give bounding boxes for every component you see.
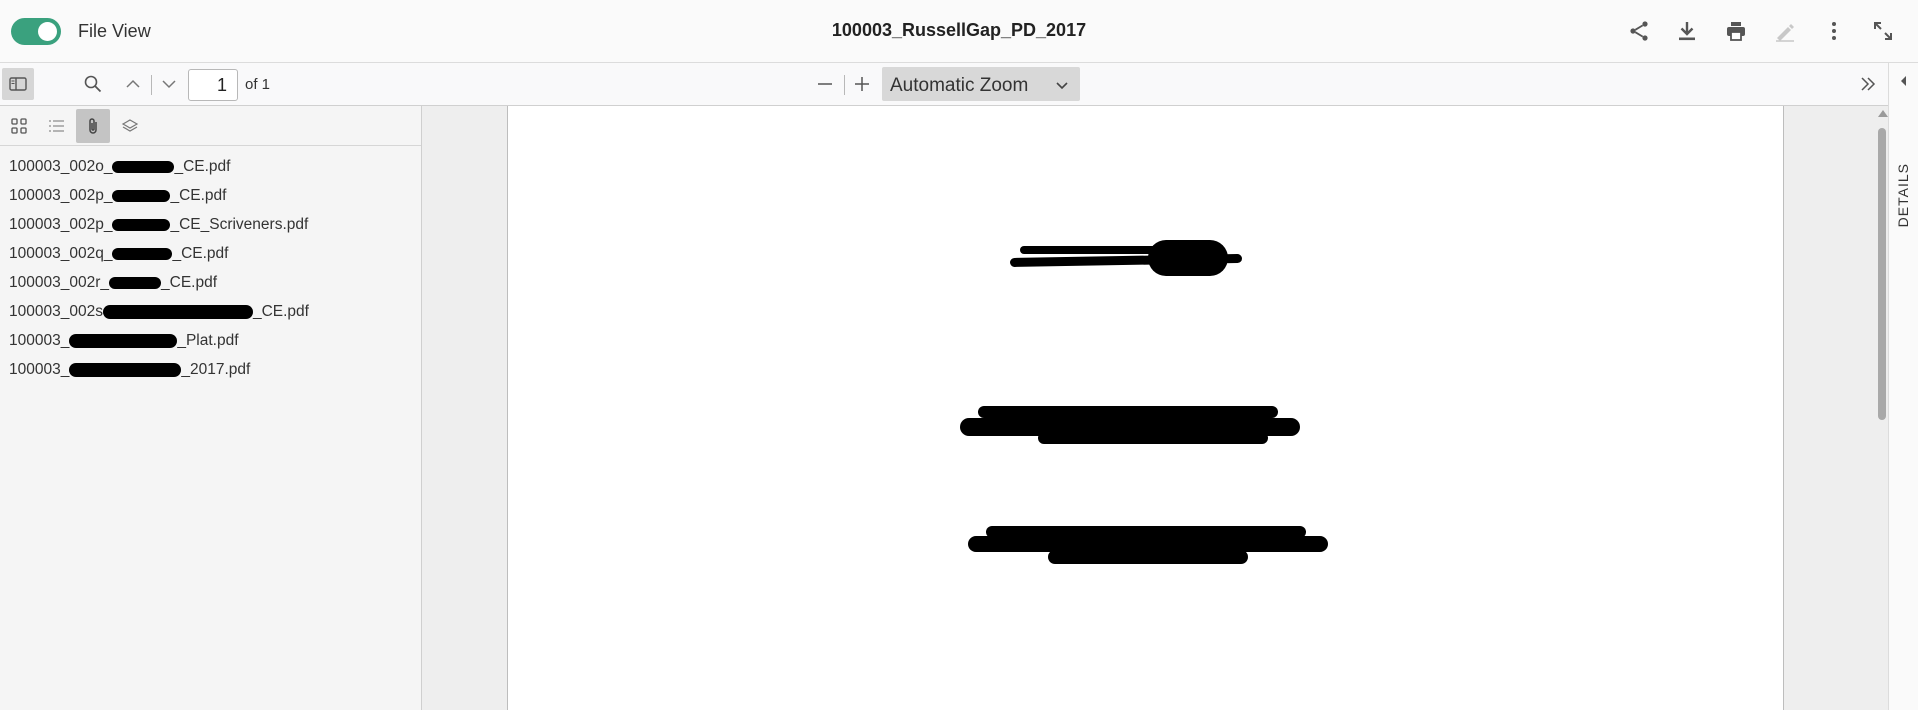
redaction-scribble <box>1038 432 1268 444</box>
redaction-mark <box>69 362 182 377</box>
zoom-select[interactable]: Automatic Zoom <box>882 67 1080 101</box>
tools-menu-button[interactable] <box>1852 68 1884 100</box>
file-view-toggle[interactable] <box>11 18 61 45</box>
redaction-scribble <box>978 406 1278 418</box>
sidebar-tabs <box>0 106 421 146</box>
find-button[interactable] <box>77 68 109 100</box>
scroll-thumb[interactable] <box>1878 128 1886 420</box>
attachment-list: 100003_002o_ _CE.pdf 100003_002p_ _CE.pdf … <box>0 152 421 384</box>
toggle-knob <box>38 22 57 41</box>
page-count-label: of 1 <box>245 76 271 93</box>
more-vert-icon[interactable] <box>1820 17 1848 45</box>
attachment-name-prefix: 100003_002s <box>9 303 103 320</box>
attachment-name-suffix: _CE.pdf <box>161 274 218 291</box>
outline-tab[interactable] <box>39 109 73 143</box>
details-panel-toggle[interactable]: DETAILS <box>1895 163 1911 227</box>
double-chevron-right-icon <box>1861 77 1876 91</box>
sign-icon <box>1771 17 1799 45</box>
chevron-up-icon <box>126 79 140 88</box>
attachment-name-prefix: 100003_002q_ <box>9 245 113 262</box>
redaction-scribble <box>1020 246 1170 254</box>
paperclip-icon <box>89 118 97 134</box>
previous-page-button[interactable] <box>117 68 149 100</box>
pdf-viewer[interactable] <box>422 106 1888 710</box>
zoom-value: Automatic Zoom <box>890 75 1029 96</box>
top-header: File View 100003_RussellGap_PD_2017 <box>0 0 1918 63</box>
attachment-name-suffix: _CE.pdf <box>170 187 227 204</box>
attachment-name-suffix: _CE.pdf <box>172 245 229 262</box>
attachment-item[interactable]: 100003_002r_ _CE.pdf <box>0 268 421 297</box>
attachment-item[interactable]: 100003_002p_ _CE.pdf <box>0 181 421 210</box>
redaction-scribble <box>986 526 1306 538</box>
page-number-input[interactable] <box>188 69 238 101</box>
minus-icon <box>818 83 832 85</box>
attachment-name-prefix: 100003_ <box>9 332 70 349</box>
download-icon[interactable] <box>1673 17 1701 45</box>
zoom-in-button[interactable] <box>846 68 878 100</box>
print-icon[interactable] <box>1722 17 1750 45</box>
redaction-mark <box>102 304 253 319</box>
attachment-item[interactable]: 100003_ _2017.pdf <box>0 355 421 384</box>
sidebar-toggle-button[interactable] <box>2 68 34 100</box>
attachment-name-prefix: 100003_ <box>9 361 70 378</box>
attachment-name-prefix: 100003_002o_ <box>9 158 113 175</box>
attachment-name-suffix: _CE_Scriveners.pdf <box>170 216 309 233</box>
redaction-mark <box>69 333 178 348</box>
pdf-toolbar: of 1 Automatic Zoom <box>0 63 1888 106</box>
attachment-name-suffix: _Plat.pdf <box>177 332 239 349</box>
redaction-mark <box>112 160 175 173</box>
attachment-item[interactable]: 100003_ _Plat.pdf <box>0 326 421 355</box>
thumbnails-tab[interactable] <box>2 109 36 143</box>
layers-icon <box>121 119 139 132</box>
file-view-label: File View <box>78 21 151 41</box>
redaction-mark <box>112 247 173 260</box>
pdf-page <box>507 106 1784 710</box>
vertical-scrollbar[interactable] <box>1876 106 1888 710</box>
next-page-button[interactable] <box>153 68 185 100</box>
attachment-name-suffix: _CE.pdf <box>174 158 231 175</box>
attachment-item[interactable]: 100003_002q_ _CE.pdf <box>0 239 421 268</box>
redaction-mark <box>112 189 171 202</box>
fullscreen-icon[interactable] <box>1869 17 1897 45</box>
scroll-up-arrow[interactable] <box>1878 110 1888 117</box>
zoom-out-button[interactable] <box>809 68 841 100</box>
attachments-tab[interactable] <box>76 109 110 143</box>
caret-left-icon[interactable] <box>1898 75 1910 87</box>
attachment-item[interactable]: 100003_002s _CE.pdf <box>0 297 421 326</box>
details-panel-rail: DETAILS <box>1888 63 1918 710</box>
toolbar-divider <box>844 75 845 95</box>
plus-icon <box>855 77 869 91</box>
redaction-scribble <box>1048 550 1248 564</box>
attachment-name-prefix: 100003_002r_ <box>9 274 109 291</box>
list-icon <box>49 120 64 132</box>
chevron-down-icon <box>1056 82 1068 90</box>
layers-tab[interactable] <box>113 109 147 143</box>
attachment-item[interactable]: 100003_002o_ _CE.pdf <box>0 152 421 181</box>
sidebar-toggle-icon <box>9 77 27 91</box>
attachment-name-prefix: 100003_002p_ <box>9 187 113 204</box>
redaction-mark <box>109 276 161 289</box>
attachment-name-suffix: _CE.pdf <box>252 303 309 320</box>
attachment-item[interactable]: 100003_002p_ _CE_Scriveners.pdf <box>0 210 421 239</box>
grid-icon <box>11 118 27 134</box>
pdf-sidebar: 100003_002o_ _CE.pdf 100003_002p_ _CE.pdf … <box>0 106 422 710</box>
share-icon[interactable] <box>1625 17 1653 45</box>
search-icon <box>84 75 102 93</box>
toolbar-divider <box>151 75 152 95</box>
attachment-name-suffix: _2017.pdf <box>181 361 251 378</box>
attachment-name-prefix: 100003_002p_ <box>9 216 113 233</box>
chevron-down-icon <box>162 80 176 89</box>
redaction-mark <box>112 218 171 231</box>
